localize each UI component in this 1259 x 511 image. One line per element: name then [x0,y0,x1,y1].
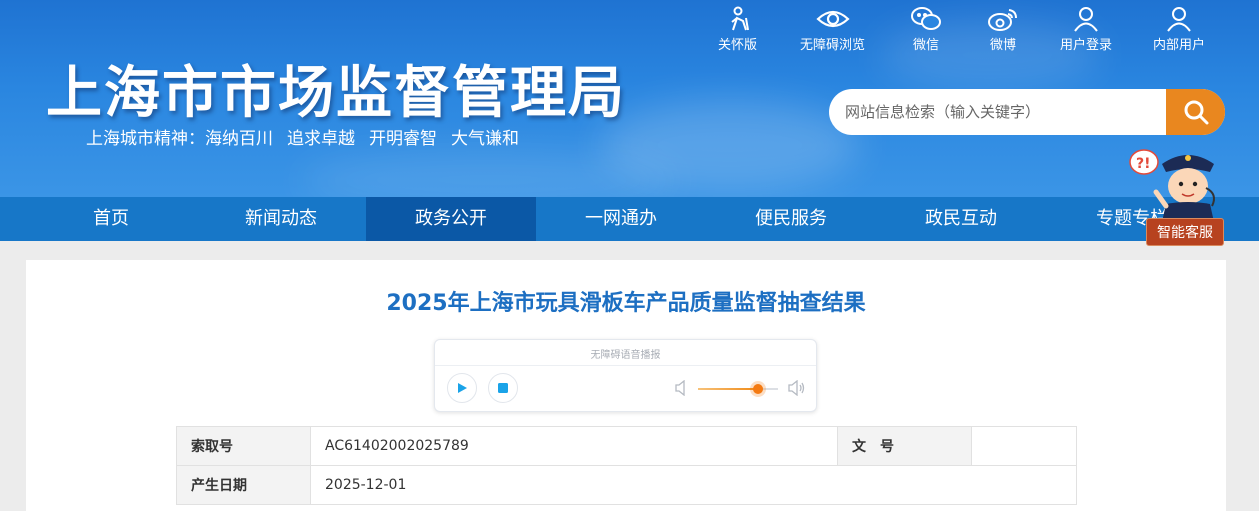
search-icon [1184,100,1208,125]
elderly-care-icon [730,6,749,31]
city-spirit-phrase: 海纳百川 [205,129,273,149]
stop-button[interactable] [488,373,518,403]
volume-low-icon[interactable] [675,380,687,396]
index-number-label: 索取号 [176,426,311,466]
nav-news[interactable]: 新闻动态 [196,197,366,241]
date-label: 产生日期 [176,465,311,505]
volume-fill [698,388,758,390]
index-number-value: AC61402002025789 [310,426,838,466]
search-button[interactable] [1166,89,1225,135]
date-value: 2025-12-01 [310,465,1077,505]
care-version-link[interactable]: 关怀版 [718,6,757,53]
player-title: 无障碍语音播报 [590,350,661,361]
weibo-icon [988,9,1017,31]
care-version-label: 关怀版 [718,38,758,53]
smart-service-button[interactable]: 智能客服 [1146,218,1224,246]
article-container: 2025年上海市玩具滑板车产品质量监督抽查结果 无障碍语音播报 索取号 AC61… [26,260,1226,511]
document-number-value [971,426,1077,466]
site-title: 上海市市场监督管理局 [46,61,626,126]
city-spirit-phrase: 大气谦和 [451,129,519,149]
user-login-label: 用户登录 [1060,38,1113,53]
document-meta-table: 索取号 AC61402002025789 文 号 产生日期 2025-12-01 [176,426,1077,505]
internal-user-link[interactable]: 内部用户 [1153,6,1205,53]
top-links: 关怀版 无障碍浏览 微信 微博 用户登录 内部用户 [700,6,1240,53]
nav-government-affairs[interactable]: 政务公开 [366,197,536,241]
volume-handle[interactable] [753,384,763,394]
internal-user-label: 内部用户 [1153,38,1206,53]
city-spirit: 上海城市精神：海纳百川 追求卓越 开明睿智 大气谦和 [86,124,533,149]
nav-home[interactable]: 首页 [26,197,196,241]
nav-one-stop-service[interactable]: 一网通办 [536,197,706,241]
city-spirit-phrase: 开明睿智 [369,129,437,149]
accessibility-label: 无障碍浏览 [800,38,866,53]
table-row: 索取号 AC61402002025789 文 号 [176,426,1077,466]
volume-slider[interactable] [698,384,778,394]
stop-icon [498,383,508,393]
table-row: 产生日期 2025-12-01 [176,465,1077,505]
volume-high-icon[interactable] [788,380,806,396]
svg-text:?!: ?! [1136,156,1151,172]
play-button[interactable] [447,373,477,403]
search-input[interactable] [829,89,1169,135]
document-number-label: 文 号 [837,426,972,466]
nav-interaction[interactable]: 政民互动 [876,197,1046,241]
main-nav: 首页 新闻动态 政务公开 一网通办 便民服务 政民互动 专题专栏 [0,197,1259,241]
wechat-label: 微信 [912,38,939,53]
player-divider [435,365,816,366]
user-login-link[interactable]: 用户登录 [1060,6,1112,53]
weibo-label: 微博 [989,38,1016,53]
weibo-link[interactable]: 微博 [987,6,1019,53]
accessibility-link[interactable]: 无障碍浏览 [800,6,865,53]
article-title: 2025年上海市玩具滑板车产品质量监督抽查结果 [386,291,866,316]
audio-player: 无障碍语音播报 [434,339,817,412]
city-spirit-label: 上海城市精神： [86,129,205,149]
play-icon [458,383,467,393]
user-icon [1167,7,1191,32]
nav-public-service[interactable]: 便民服务 [706,197,876,241]
wechat-icon [911,7,941,30]
wechat-link[interactable]: 微信 [910,6,942,53]
city-spirit-phrase: 追求卓越 [287,129,355,149]
eye-icon [815,10,850,28]
user-icon [1074,7,1098,32]
